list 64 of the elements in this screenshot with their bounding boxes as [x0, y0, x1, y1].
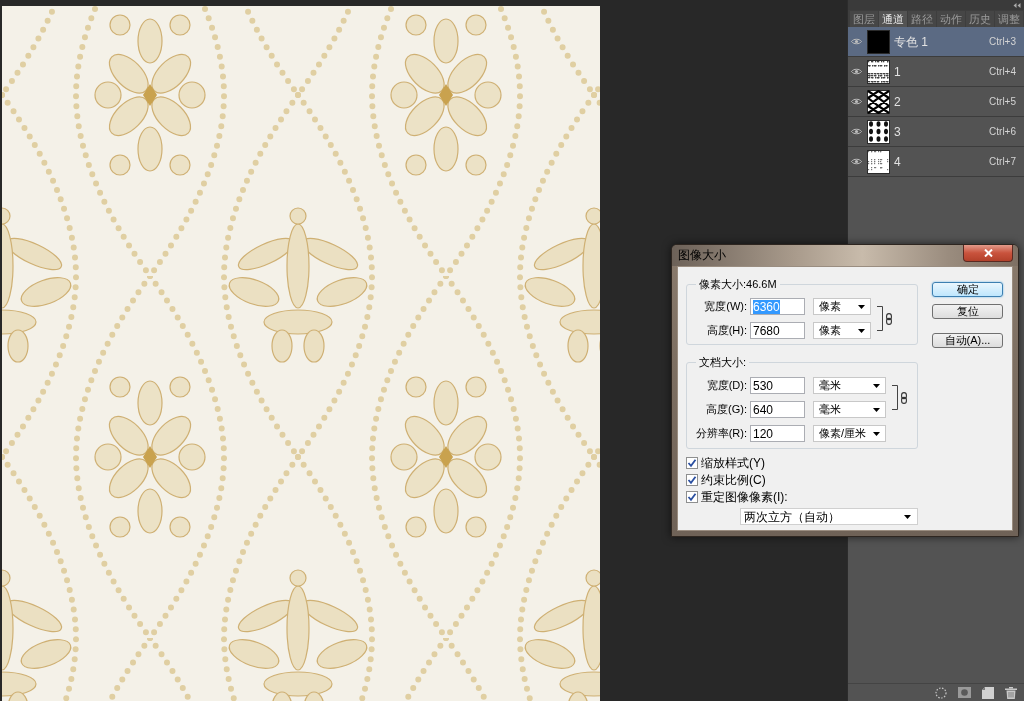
channel-name: 1 — [894, 63, 901, 81]
channel-row[interactable]: 3 Ctrl+6 — [848, 117, 1024, 147]
mask-icon[interactable] — [958, 687, 971, 698]
value-input[interactable]: 640 — [750, 401, 805, 418]
eye-icon[interactable] — [850, 128, 862, 135]
collapse-icon[interactable] — [1013, 2, 1021, 8]
eye-icon[interactable] — [850, 158, 862, 165]
group-legend: 文档大小: — [696, 354, 750, 370]
unit-dropdown[interactable]: 毫米 — [813, 401, 886, 418]
checkbox[interactable] — [686, 490, 698, 503]
unit-dropdown[interactable]: 像素 — [813, 298, 871, 315]
ok-button[interactable]: 确定 — [932, 282, 1003, 297]
chain-link-icon[interactable] — [901, 391, 907, 404]
dialog-title: 图像大小 — [678, 248, 726, 263]
channel-name: 专色 1 — [894, 33, 928, 51]
channel-shortcut: Ctrl+7 — [989, 155, 1016, 169]
channel-name: 2 — [894, 93, 901, 111]
close-icon — [983, 249, 993, 257]
new-page-icon[interactable] — [982, 686, 994, 699]
reset-button[interactable]: 复位 — [932, 304, 1003, 319]
eye-icon[interactable] — [850, 98, 862, 105]
checkbox[interactable] — [686, 456, 698, 469]
panel-tab[interactable]: 通道 — [879, 11, 907, 27]
trash-icon[interactable] — [1005, 686, 1017, 699]
channel-row[interactable]: 专色 1 Ctrl+3 — [848, 27, 1024, 57]
field-label: 分辨率(R): — [694, 426, 747, 442]
field-label: 宽度(D): — [705, 378, 747, 394]
eye-icon[interactable] — [850, 68, 862, 75]
panel-tab[interactable]: 调整 — [995, 11, 1023, 27]
checkbox-label: 约束比例(C) — [701, 471, 766, 489]
field-label: 高度(G): — [705, 402, 747, 418]
value-input[interactable]: 530 — [750, 377, 805, 394]
dotted-circle-icon[interactable] — [935, 686, 947, 699]
channel-shortcut: Ctrl+5 — [989, 95, 1016, 109]
channel-name: 3 — [894, 123, 901, 141]
checkbox-label: 缩放样式(Y) — [701, 454, 765, 472]
caret-down-icon — [904, 514, 911, 519]
channel-shortcut: Ctrl+4 — [989, 65, 1016, 79]
group-legend: 像素大小:46.6M — [696, 276, 780, 292]
unit-dropdown[interactable]: 毫米 — [813, 377, 886, 394]
value-input[interactable]: 120 — [750, 425, 805, 442]
channel-shortcut: Ctrl+3 — [989, 35, 1016, 49]
channel-row[interactable]: 2 Ctrl+5 — [848, 87, 1024, 117]
unit-dropdown[interactable]: 像素 — [813, 322, 871, 339]
checkbox[interactable] — [686, 473, 698, 486]
close-button[interactable] — [963, 245, 1013, 262]
caret-down-icon — [873, 383, 880, 388]
checkbox-label: 重定图像像素(I): — [701, 488, 788, 506]
field-label: 宽度(W): — [703, 299, 747, 315]
chain-link-icon[interactable] — [886, 312, 892, 325]
channel-name: 4 — [894, 153, 901, 171]
channel-row[interactable]: 1 Ctrl+4 — [848, 57, 1024, 87]
value-input[interactable]: 7680 — [750, 322, 805, 339]
channel-shortcut: Ctrl+6 — [989, 125, 1016, 139]
caret-down-icon — [873, 407, 880, 412]
eye-icon[interactable] — [850, 38, 862, 45]
channel-row[interactable]: 4 Ctrl+7 — [848, 147, 1024, 177]
caret-down-icon — [858, 328, 865, 333]
caret-down-icon — [873, 431, 880, 436]
resample-dropdown[interactable]: 两次立方（自动） — [740, 508, 918, 525]
auto-button[interactable]: 自动(A)... — [932, 333, 1003, 348]
caret-down-icon — [858, 304, 865, 309]
field-label: 高度(H): — [705, 323, 747, 339]
unit-dropdown[interactable]: 像素/厘米 — [813, 425, 886, 442]
